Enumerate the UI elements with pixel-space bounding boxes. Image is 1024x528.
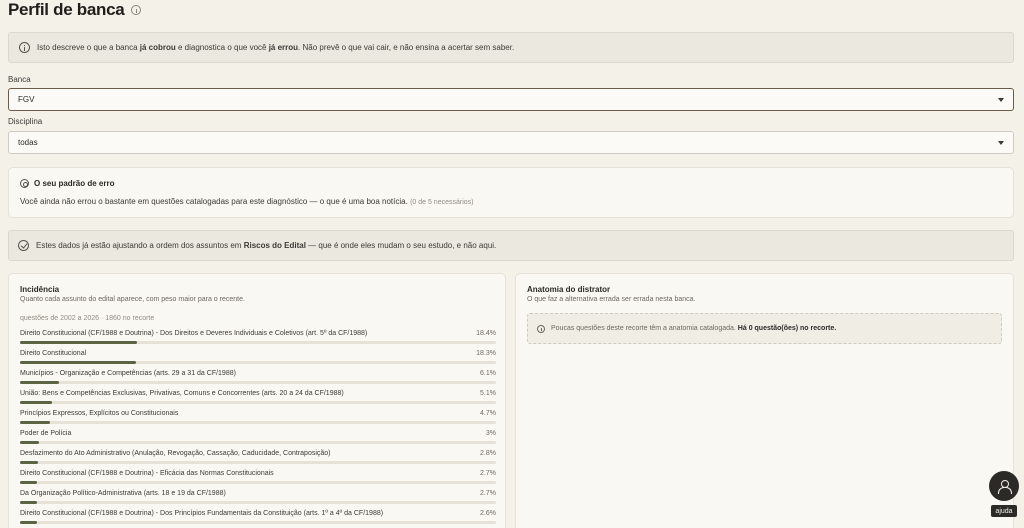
incidencia-row-pct: 18.3% [476,350,496,357]
incidencia-bar-fill [20,381,59,384]
title-row: Perfil de banca [8,0,1014,20]
incidencia-row-name: União: Bens e Competências Exclusivas, P… [20,390,344,397]
erro-card-text-row: Você ainda não errou o bastante em quest… [20,197,473,206]
incidencia-bar-fill [20,401,53,404]
disciplina-label: Disciplina [8,117,43,126]
info-icon[interactable] [131,5,142,15]
incidencia-bar-fill [20,481,38,484]
incidencia-range: questões de 2002 a 2026 · 1860 no recort… [20,315,155,322]
incidencia-bar-track [20,461,496,464]
anatomia-notice: Poucas questões deste recorte têm a anat… [527,313,1002,344]
incidencia-row: Princípios Expressos, Explícitos ou Cons… [20,410,496,430]
disciplina-select-value: todas [18,138,38,147]
ok-banner: Estes dados já estão ajustando a ordem d… [8,230,1014,261]
anatomia-notice-part: Poucas questões deste recorte têm a anat… [551,325,738,332]
erro-card: O seu padrão de erro Você ainda não erro… [8,167,1014,218]
incidencia-title: Incidência [20,285,60,294]
disciplina-select[interactable]: todas [8,131,1014,154]
erro-card-header: O seu padrão de erro [20,179,114,188]
incidencia-row: Direito Constitucional (CF/1988 e Doutri… [20,510,496,528]
incidencia-row-name: Municípios - Organização e Competências … [20,370,236,377]
info-icon [19,42,30,53]
incidencia-list: Direito Constitucional (CF/1988 e Doutri… [20,330,496,528]
banca-select[interactable]: FGV [8,88,1014,111]
intro-banner: Isto descreve o que a banca já cobrou e … [8,32,1014,63]
incidencia-row-name: Desfazimento do Ato Administrativo (Anul… [20,450,331,457]
incidencia-bar-track [20,341,496,344]
erro-card-text: Você ainda não errou o bastante em quest… [20,197,408,206]
incidencia-row-pct: 3% [485,430,496,437]
incidencia-bar-track [20,381,496,384]
incidencia-bar-fill [20,361,137,364]
incidencia-row-pct: 5.1% [480,390,496,397]
check-circle-icon [18,240,29,251]
incidencia-bar-track [20,421,496,424]
incidencia-row: Direito Constitucional 18.3% [20,350,496,370]
incidencia-row-name: Direito Constitucional (CF/1988 e Doutri… [20,330,368,337]
incidencia-row-pct: 18.4% [476,330,496,337]
erro-card-note: (0 de 5 necessários) [410,199,474,206]
anatomia-notice-bold: Há 0 questão(ões) no recorte. [737,325,837,332]
intro-text: Isto descreve o que a banca já cobrou e … [37,43,514,52]
incidencia-row-pct: 2.7% [480,490,496,497]
intro-bold-errou: já errou [268,43,299,52]
incidencia-bar-fill [20,421,50,424]
incidencia-bar-track [20,481,496,484]
incidencia-bar-track [20,441,496,444]
incidencia-bar-track [20,361,496,364]
incidencia-row-name: Poder de Polícia [20,430,72,437]
page-title: Perfil de banca [8,0,125,19]
anatomia-card: Anatomia do distrator O que faz a altern… [515,273,1014,528]
erro-card-title: O seu padrão de erro [34,179,115,188]
incidencia-row: Desfazimento do Ato Administrativo (Anul… [20,450,496,470]
anatomia-title: Anatomia do distrator [527,285,611,294]
incidencia-bar-fill [20,341,137,344]
incidencia-row-pct: 2.8% [480,450,496,457]
intro-bold-cobrou: já cobrou [139,43,176,52]
incidencia-bar-fill [20,501,38,504]
target-icon [20,179,29,188]
ok-text-part: — que é onde eles mudam o seu estudo, e … [305,241,497,250]
incidencia-row: Da Organização Político-Administrativa (… [20,490,496,510]
ok-text-part: Estes dados já estão ajustando a ordem d… [36,241,244,250]
incidencia-row: Municípios - Organização e Competências … [20,370,496,390]
incidencia-subtitle: Quanto cada assunto do edital aparece, c… [20,296,245,303]
incidencia-bar-track [20,401,496,404]
incidencia-row-pct: 2.7% [480,470,496,477]
intro-text-part: . Não prevê o que vai cair, e não ensina… [298,43,515,52]
intro-text-part: Isto descreve o que a banca [37,43,140,52]
incidencia-bar-fill [20,461,38,464]
page-container: Perfil de banca Isto descreve o que a ba… [8,0,1014,528]
anatomia-notice-text: Poucas questões deste recorte têm a anat… [551,325,836,332]
incidencia-row-name: Direito Constitucional (CF/1988 e Doutri… [20,510,384,517]
intro-text-part: e diagnostica o que você [175,43,269,52]
chevron-down-icon [998,141,1004,145]
incidencia-bar-fill [20,521,37,524]
incidencia-card: Incidência Quanto cada assunto do edital… [8,273,506,528]
incidencia-row: União: Bens e Competências Exclusivas, P… [20,390,496,410]
incidencia-row-name: Da Organização Político-Administrativa (… [20,490,226,497]
incidencia-bar-fill [20,441,40,444]
riscos-edital-link[interactable]: Riscos do Edital [244,241,306,250]
incidencia-row-pct: 2.6% [480,510,496,517]
anatomia-subtitle: O que faz a alternativa errada ser errad… [527,296,696,303]
banca-select-value: FGV [18,95,35,104]
incidencia-bar-track [20,521,496,524]
incidencia-row-name: Direito Constitucional [20,350,87,357]
chevron-down-icon [998,98,1004,102]
incidencia-row-pct: 6.1% [480,370,496,377]
incidencia-row-name: Direito Constitucional (CF/1988 e Doutri… [20,470,274,477]
help-label: ajuda [991,505,1017,517]
incidencia-bar-track [20,501,496,504]
ok-banner-text: Estes dados já estão ajustando a ordem d… [36,241,496,250]
info-icon [537,324,545,333]
incidencia-row-name: Princípios Expressos, Explícitos ou Cons… [20,410,179,417]
user-icon [998,479,1012,494]
banca-label: Banca [8,75,31,84]
incidencia-row-pct: 4.7% [480,410,496,417]
incidencia-row: Direito Constitucional (CF/1988 e Doutri… [20,470,496,490]
incidencia-row: Direito Constitucional (CF/1988 e Doutri… [20,330,496,350]
incidencia-row: Poder de Polícia 3% [20,430,496,450]
help-button[interactable] [989,471,1019,501]
